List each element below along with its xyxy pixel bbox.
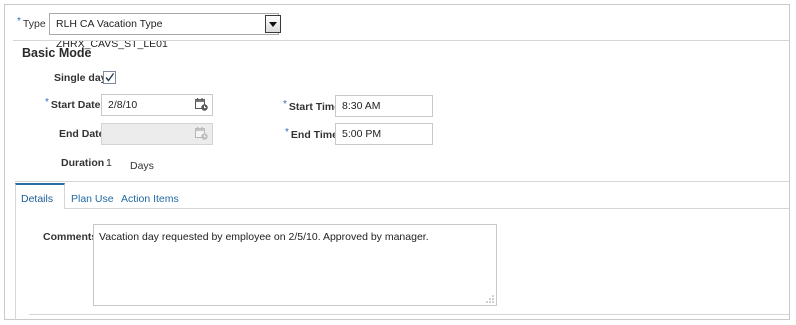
type-label-group: * Type [17, 16, 46, 30]
tab-bar-line [65, 208, 789, 209]
comments-value: Vacation day requested by employee on 2/… [99, 231, 429, 243]
comments-textarea[interactable]: Vacation day requested by employee on 2/… [93, 224, 497, 306]
duration-label: Duration [61, 157, 105, 169]
type-dropdown-button[interactable] [265, 15, 281, 33]
type-label: Type [22, 18, 46, 30]
duration-value: 1 [106, 157, 112, 169]
calendar-icon [195, 127, 208, 140]
start-date-label: Start Date [50, 99, 101, 111]
tab-details[interactable]: Details [21, 193, 53, 205]
end-time-value: 5:00 PM [342, 128, 382, 140]
details-panel-edge [15, 208, 35, 320]
tab-action-items[interactable]: Action Items [121, 193, 179, 205]
comments-label: Comments [43, 231, 98, 243]
end-time-label-group: * End Time [285, 127, 338, 141]
resize-grip-icon[interactable] [486, 295, 494, 303]
transaction-panel: * Type RLH CA Vacation Type ZHRX_CAVS_ST_… [4, 4, 790, 320]
duration-unit: Days [130, 160, 154, 172]
end-time-input[interactable]: 5:00 PM [335, 123, 433, 145]
start-time-label-group: * Start Time [283, 99, 341, 113]
divider [13, 40, 789, 41]
divider [15, 181, 789, 182]
tab-plan-use[interactable]: Plan Use [71, 193, 114, 205]
single-day-label: Single day [54, 72, 107, 84]
end-time-label: End Time [290, 129, 338, 141]
single-day-checkbox[interactable] [103, 71, 116, 84]
required-marker: * [285, 127, 289, 138]
start-time-label: Start Time [288, 101, 341, 113]
start-time-input[interactable]: 8:30 AM [335, 95, 433, 117]
required-marker: * [17, 16, 21, 27]
checkmark-icon [105, 73, 115, 82]
type-select[interactable]: RLH CA Vacation Type ZHRX_CAVS_ST_LE01 [49, 13, 279, 50]
basic-mode-title: Basic Mode [22, 46, 92, 60]
start-date-label-group: * Start Date [45, 97, 101, 111]
calendar-icon[interactable] [195, 98, 208, 111]
end-date-label: End Date [59, 128, 105, 140]
start-time-value: 8:30 AM [342, 100, 381, 112]
start-date-value: 2/8/10 [108, 99, 138, 111]
required-marker: * [283, 99, 287, 110]
divider [29, 314, 789, 315]
required-marker: * [45, 97, 49, 108]
